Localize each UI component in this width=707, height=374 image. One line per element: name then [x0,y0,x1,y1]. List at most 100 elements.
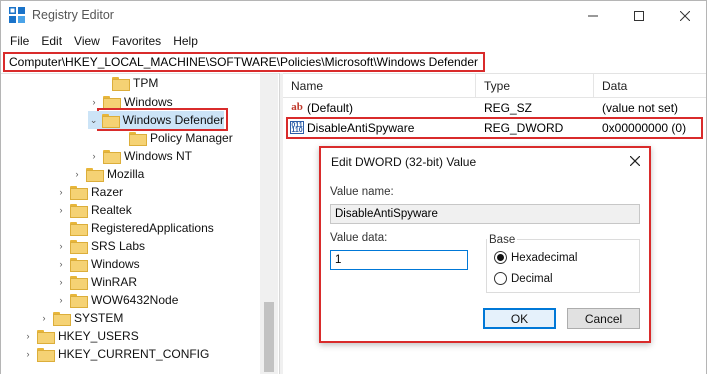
chevron-right-icon[interactable]: › [55,291,67,309]
expand-icon[interactable] [55,219,67,237]
tree-item-label: Razer [91,185,124,199]
value-data-label: Value data: [330,232,388,244]
value-row-default[interactable]: ab (Default) REG_SZ (value not set) [283,98,706,118]
menu-favorites[interactable]: Favorites [106,31,167,51]
close-icon [630,156,640,166]
maximize-button[interactable] [616,1,662,31]
base-group-title: Base [487,234,518,246]
scrollbar-thumb[interactable] [264,302,274,372]
registry-app-icon [9,7,25,23]
tree-item-label: WinRAR [91,275,138,289]
edit-dword-dialog: Edit DWORD (32-bit) Value Value name: Di… [319,146,651,343]
value-type: REG_DWORD [484,121,564,135]
tree-item-label: HKEY_USERS [58,329,139,343]
address-bar[interactable]: Computer\HKEY_LOCAL_MACHINE\SOFTWARE\Pol… [3,52,485,72]
minimize-icon [588,15,598,17]
column-header-data[interactable]: Data [594,74,706,98]
chevron-right-icon[interactable]: › [55,183,67,201]
folder-icon [70,240,88,254]
value-data-input[interactable]: 1 [330,250,468,270]
radio-unselected-icon[interactable] [494,272,507,285]
tree-item-label: HKEY_CURRENT_CONFIG [58,347,210,361]
dialog-title: Edit DWORD (32-bit) Value [331,155,477,169]
title-bar[interactable]: Registry Editor [1,1,706,31]
folder-icon [70,258,88,272]
menu-edit[interactable]: Edit [35,31,68,51]
tree-item-policy-manager[interactable]: Policy Manager [114,129,233,147]
folder-icon [37,330,55,344]
expand-icon[interactable] [114,129,126,147]
tree-item-mozilla[interactable]: › Mozilla [71,165,144,183]
tree-item-label: WOW6432Node [91,293,179,307]
radio-decimal[interactable]: Decimal [494,272,553,285]
tree-item-label: SYSTEM [74,311,124,325]
tree-item-registeredapplications[interactable]: RegisteredApplications [55,219,214,237]
window-title: Registry Editor [32,8,114,22]
chevron-right-icon[interactable]: › [38,309,50,327]
tree-item-realtek[interactable]: › Realtek [55,201,132,219]
value-name-label: Value name: [330,186,394,198]
column-header-name[interactable]: Name [283,74,476,98]
tree-scrollbar[interactable] [260,74,278,374]
chevron-down-icon[interactable]: ⌄ [88,111,99,129]
binary-value-icon: 011 110 [290,121,304,134]
menu-bar: File Edit View Favorites Help [1,31,706,51]
radio-hexadecimal-label: Hexadecimal [511,251,578,264]
folder-icon [103,150,121,164]
column-header-type[interactable]: Type [476,74,594,98]
value-row-disableantispyware[interactable]: 011 110 DisableAntiSpyware REG_DWORD 0x00… [283,118,706,138]
chevron-right-icon[interactable]: › [55,255,67,273]
menu-help[interactable]: Help [167,31,204,51]
menu-view[interactable]: View [68,31,106,51]
folder-icon [112,77,130,91]
menu-file[interactable]: File [1,31,35,51]
chevron-right-icon[interactable]: › [55,237,67,255]
tree-item-winrar[interactable]: › WinRAR [55,273,137,291]
chevron-right-icon[interactable]: › [71,165,83,183]
close-icon [680,11,690,21]
value-name-field: DisableAntiSpyware [330,204,640,224]
tree-item-windows-2[interactable]: › Windows [55,255,140,273]
tree-item-hkey-users[interactable]: › HKEY_USERS [22,327,139,345]
minimize-button[interactable] [570,1,616,31]
tree-item-label: Mozilla [107,167,145,181]
tree-item-wow6432node[interactable]: › WOW6432Node [55,291,178,309]
radio-hexadecimal[interactable]: Hexadecimal [494,251,577,264]
maximize-icon [634,11,644,21]
tree-item-system[interactable]: › SYSTEM [38,309,123,327]
dialog-close-button[interactable] [622,150,648,172]
value-name: DisableAntiSpyware [307,121,415,135]
folder-icon [70,276,88,290]
tree-item-srs-labs[interactable]: › SRS Labs [55,237,145,255]
radio-decimal-label: Decimal [511,272,553,285]
tree-item-razer[interactable]: › Razer [55,183,123,201]
tree-item-label: Windows NT [124,149,193,163]
list-header: Name Type Data [283,74,706,98]
value-name: (Default) [307,101,354,115]
folder-icon [103,96,121,110]
chevron-right-icon[interactable]: › [55,273,67,291]
chevron-right-icon[interactable]: › [22,327,34,345]
ok-button[interactable]: OK [483,308,556,329]
expand-icon[interactable] [97,74,109,92]
radio-selected-icon[interactable] [494,251,507,264]
folder-icon [37,348,55,362]
value-type: REG_SZ [484,101,533,115]
folder-icon [102,114,121,128]
chevron-right-icon[interactable]: › [88,147,100,165]
value-data: 0x00000000 (0) [602,121,687,135]
folder-icon [70,294,88,308]
string-value-icon: ab [291,101,303,113]
folder-icon [70,204,88,218]
tree-item-windows-nt[interactable]: › Windows NT [88,147,192,165]
tree-item-label: RegisteredApplications [91,221,214,235]
chevron-right-icon[interactable]: › [22,345,34,363]
cancel-button[interactable]: Cancel [567,308,640,329]
tree-item-label: Windows [91,257,140,271]
chevron-right-icon[interactable]: › [55,201,67,219]
tree-item-windows-defender[interactable]: ⌄ Windows Defender [88,111,224,129]
tree-item-tpm[interactable]: TPM [97,74,158,92]
close-button[interactable] [662,1,707,31]
folder-icon [129,132,147,146]
tree-item-hkey-current-config[interactable]: › HKEY_CURRENT_CONFIG [22,345,209,363]
